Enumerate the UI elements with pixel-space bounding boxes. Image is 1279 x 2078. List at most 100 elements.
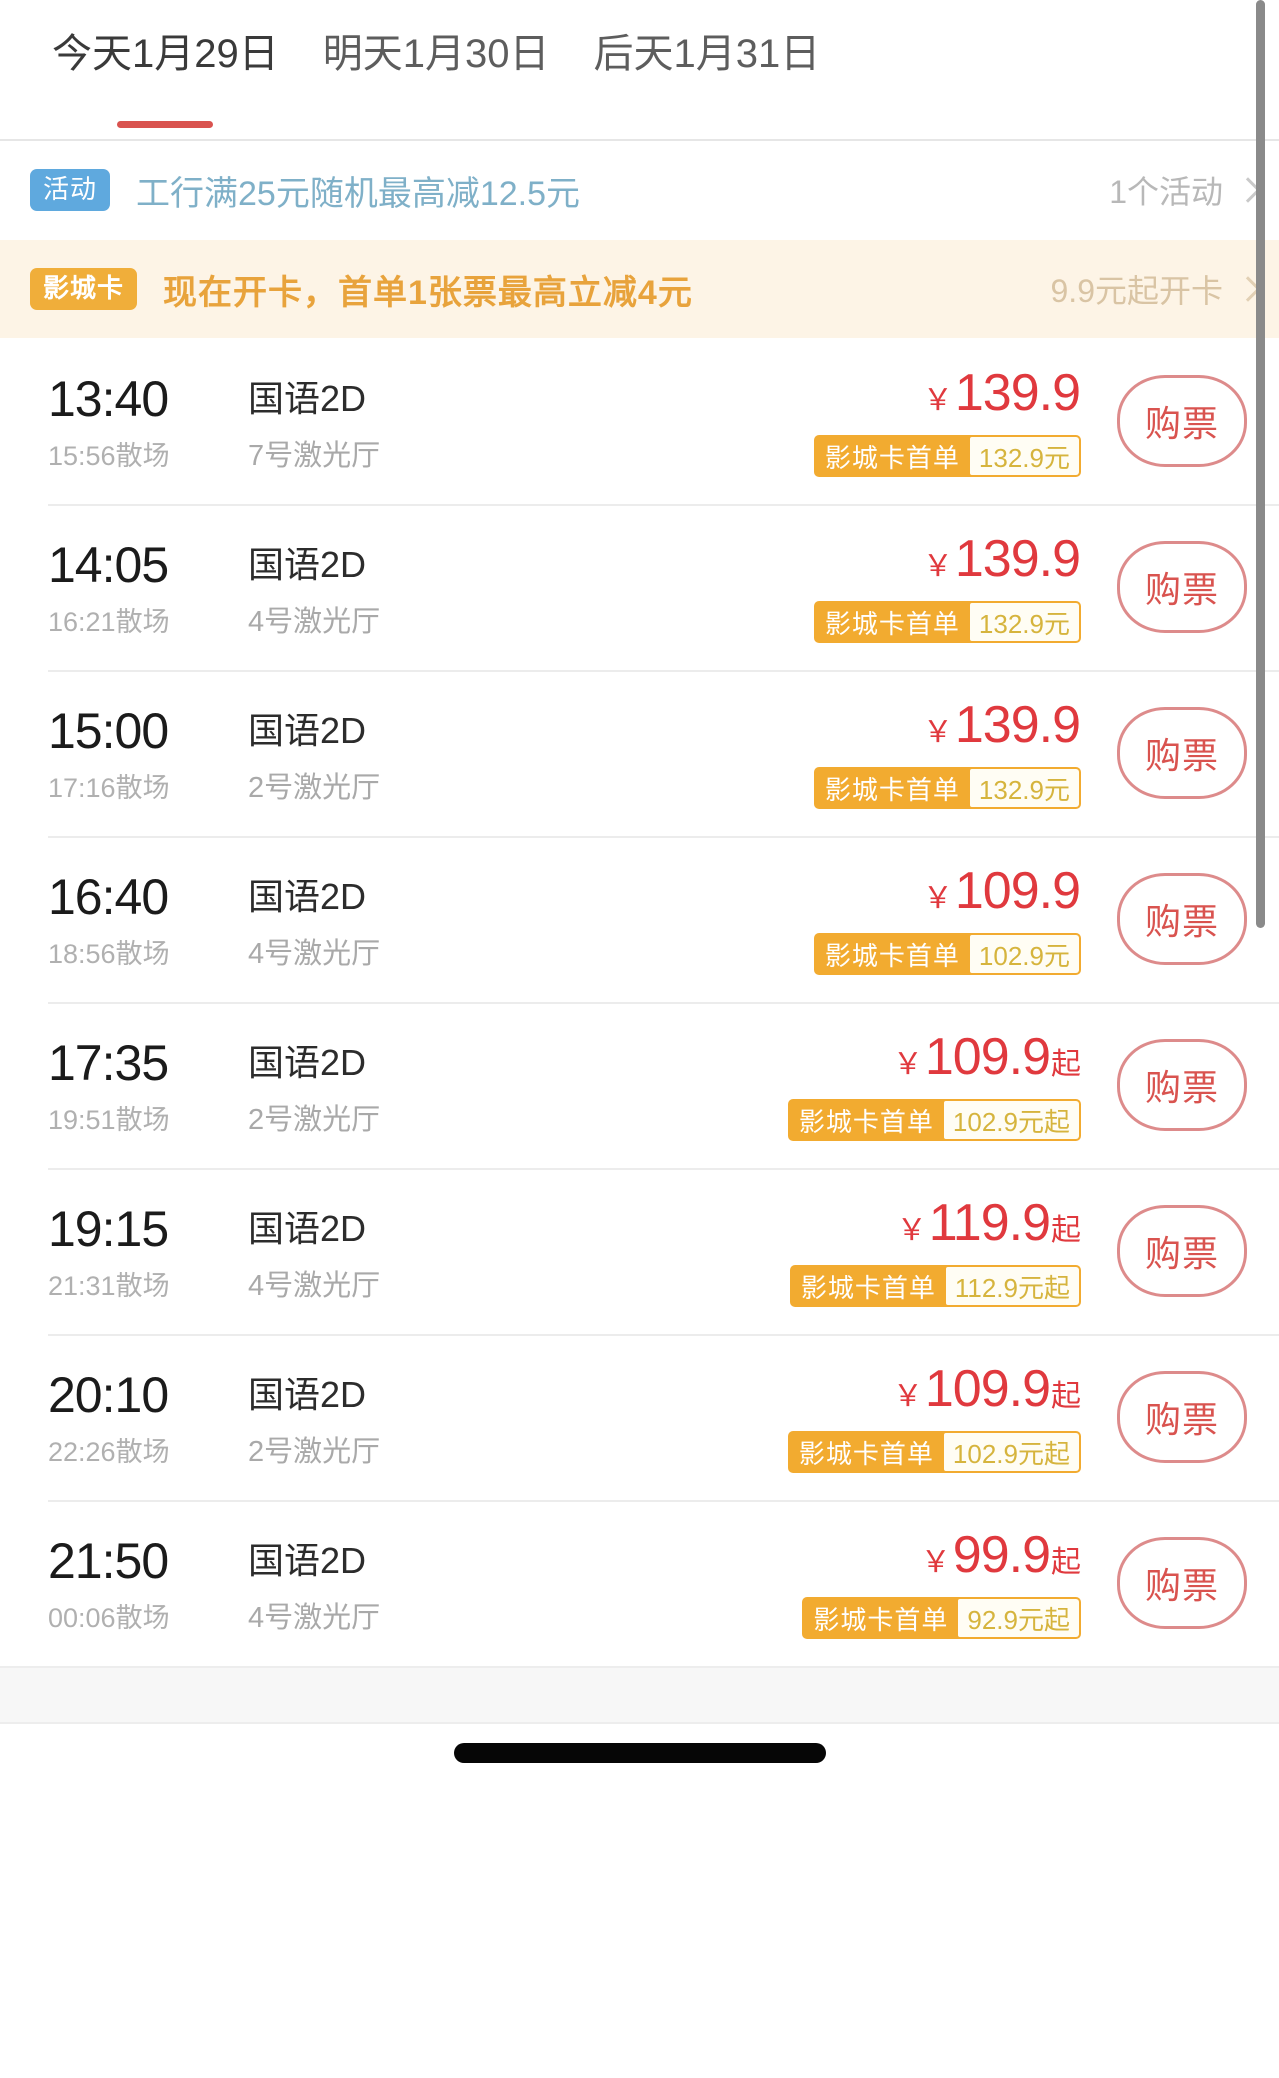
showtime-hall: 4号激光厅: [248, 1602, 381, 1634]
showtime-start-time: 19:15: [48, 1201, 169, 1257]
home-indicator-area: [0, 1724, 1279, 1782]
showtime-format-column: 国语2D 7号激光厅: [248, 370, 548, 472]
buy-ticket-button[interactable]: 购票: [1117, 1371, 1247, 1463]
activity-banner-action[interactable]: 1个活动: [1109, 167, 1261, 213]
showtime-end-time: 18:56散场: [48, 939, 170, 969]
cinema-card-tag-price: 132.9元: [969, 437, 1079, 475]
vertical-scrollbar[interactable]: [1256, 0, 1265, 928]
cinema-card-tag-label: 影城卡首单: [824, 442, 960, 473]
cinema-card-banner[interactable]: 影城卡 现在开卡，首单1张票最高立减4元 9.9元起开卡: [0, 240, 1279, 338]
currency-symbol: ￥: [922, 882, 953, 915]
cinema-card-tag-price: 102.9元: [969, 935, 1079, 973]
cinema-card-banner-action[interactable]: 9.9元起开卡: [1051, 266, 1261, 312]
showtime-buy-column: 购票: [1107, 1205, 1257, 1297]
price-suffix: 起: [1051, 1546, 1081, 1579]
showtime-price: ￥ 139.9: [923, 531, 1081, 595]
showtime-row[interactable]: 21:50 00:06散场 国语2D 4号激光厅 ￥ 99.9 起影城卡首单 92.9元起 购票: [0, 1500, 1279, 1666]
showtime-format-column: 国语2D 2号激光厅: [248, 1034, 548, 1136]
cinema-card-tag-price: 92.9元起: [958, 1599, 1079, 1637]
showtime-price: ￥ 139.9: [923, 697, 1081, 761]
showtime-buy-column: 购票: [1107, 707, 1257, 799]
price-value: 109.9: [924, 1028, 1051, 1086]
showtime-end-time: 19:51散场: [48, 1105, 170, 1135]
cinema-card-price-tag[interactable]: 影城卡首单 132.9元: [813, 767, 1081, 809]
showtime-price-column: ￥ 139.9 影城卡首单 132.9元: [548, 365, 1107, 477]
showtime-hall: 4号激光厅: [248, 606, 381, 638]
price-suffix: 起: [1051, 1380, 1081, 1413]
cinema-card-price-tag[interactable]: 影城卡首单 102.9元: [813, 933, 1081, 975]
showtime-hall: 2号激光厅: [248, 772, 381, 804]
showtime-end-time: 22:26散场: [48, 1437, 170, 1467]
showtime-hall: 2号激光厅: [248, 1436, 381, 1468]
showtime-buy-column: 购票: [1107, 375, 1257, 467]
buy-ticket-button[interactable]: 购票: [1117, 873, 1247, 965]
cinema-card-price-tag[interactable]: 影城卡首单 112.9元起: [789, 1265, 1081, 1307]
buy-ticket-button[interactable]: 购票: [1117, 707, 1247, 799]
cinema-card-tag-label: 影城卡首单: [798, 1438, 934, 1469]
showtime-row[interactable]: 15:00 17:16散场 国语2D 2号激光厅 ￥ 139.9 影城卡首单 132.9元 购票: [0, 670, 1279, 836]
showtime-row[interactable]: 20:10 22:26散场 国语2D 2号激光厅 ￥ 109.9 起影城卡首单 102.9元起…: [0, 1334, 1279, 1500]
showtime-price-column: ￥ 109.9 起影城卡首单 102.9元起: [548, 1361, 1107, 1473]
home-indicator[interactable]: [453, 1743, 826, 1763]
buy-ticket-button[interactable]: 购票: [1117, 1205, 1247, 1297]
showtime-row[interactable]: 13:40 15:56散场 国语2D 7号激光厅 ￥ 139.9 影城卡首单 132.9元 购票: [0, 338, 1279, 504]
date-tab-2[interactable]: 后天1月31日: [572, 26, 843, 82]
showtime-time-column: 17:35 19:51散场: [48, 1034, 248, 1136]
showtime-time-column: 13:40 15:56散场: [48, 370, 248, 472]
buy-ticket-button[interactable]: 购票: [1117, 541, 1247, 633]
showtime-start-time: 17:35: [48, 1035, 169, 1091]
showtime-price-column: ￥ 99.9 起影城卡首单 92.9元起: [548, 1527, 1107, 1639]
showtime-hall: 4号激光厅: [248, 938, 381, 970]
cinema-card-tag-price: 102.9元起: [943, 1433, 1079, 1471]
cinema-card-banner-text: 现在开卡，首单1张票最高立减4元: [163, 273, 693, 312]
date-tab-1[interactable]: 明天1月30日: [301, 26, 572, 82]
price-value: 139.9: [954, 364, 1081, 422]
showtime-price-column: ￥ 139.9 影城卡首单 132.9元: [548, 697, 1107, 809]
showtime-format-column: 国语2D 4号激光厅: [248, 1532, 548, 1634]
showtime-format-column: 国语2D 2号激光厅: [248, 1366, 548, 1468]
price-value: 139.9: [954, 530, 1081, 588]
cinema-card-price-tag[interactable]: 影城卡首单 102.9元起: [787, 1099, 1081, 1141]
cinema-card-price-tag[interactable]: 影城卡首单 132.9元: [813, 435, 1081, 477]
cinema-card-tag-price: 132.9元: [969, 603, 1079, 641]
showtime-language-format: 国语2D: [248, 1042, 367, 1083]
showtime-price-column: ￥ 109.9 起影城卡首单 102.9元起: [548, 1029, 1107, 1141]
date-tab-label: 明天1月30日: [322, 32, 550, 76]
showtime-price-column: ￥ 109.9 影城卡首单 102.9元: [548, 863, 1107, 975]
showtime-row[interactable]: 19:15 21:31散场 国语2D 4号激光厅 ￥ 119.9 起影城卡首单 112.9元起…: [0, 1168, 1279, 1334]
cinema-card-price-tag[interactable]: 影城卡首单 132.9元: [813, 601, 1081, 643]
price-suffix: 起: [1051, 1048, 1081, 1081]
cinema-card-price-tag[interactable]: 影城卡首单 92.9元起: [802, 1597, 1081, 1639]
price-value: 109.9: [924, 1360, 1051, 1418]
activity-banner[interactable]: 活动 工行满25元随机最高减12.5元 1个活动: [0, 140, 1279, 240]
showtime-start-time: 16:40: [48, 869, 169, 925]
showtime-price: ￥ 109.9 起: [893, 1361, 1081, 1425]
showtime-price-column: ￥ 139.9 影城卡首单 132.9元: [548, 531, 1107, 643]
showtime-language-format: 国语2D: [248, 1374, 367, 1415]
date-tab-0[interactable]: 今天1月29日: [30, 26, 301, 128]
showtime-buy-column: 购票: [1107, 1371, 1257, 1463]
showtime-buy-column: 购票: [1107, 541, 1257, 633]
showtime-row[interactable]: 14:05 16:21散场 国语2D 4号激光厅 ￥ 139.9 影城卡首单 132.9元 购票: [0, 504, 1279, 670]
currency-symbol: ￥: [896, 1214, 927, 1247]
cinema-card-tag-label: 影城卡首单: [824, 608, 960, 639]
showtime-list: 13:40 15:56散场 国语2D 7号激光厅 ￥ 139.9 影城卡首单 132.9元 购票…: [0, 338, 1279, 1666]
date-tab-label: 今天1月29日: [52, 32, 279, 76]
price-value: 139.9: [954, 696, 1081, 754]
showtime-row[interactable]: 17:35 19:51散场 国语2D 2号激光厅 ￥ 109.9 起影城卡首单 102.9元起…: [0, 1002, 1279, 1168]
buy-ticket-button[interactable]: 购票: [1117, 1039, 1247, 1131]
showtime-language-format: 国语2D: [248, 710, 367, 751]
cinema-card-price-tag[interactable]: 影城卡首单 102.9元起: [787, 1431, 1081, 1473]
cinema-card-tag-label: 影城卡首单: [813, 1604, 949, 1635]
buy-ticket-button[interactable]: 购票: [1117, 375, 1247, 467]
showtime-price: ￥ 109.9 起: [893, 1029, 1081, 1093]
showtime-row[interactable]: 16:40 18:56散场 国语2D 4号激光厅 ￥ 109.9 影城卡首单 102.9元 购票: [0, 836, 1279, 1002]
buy-ticket-button[interactable]: 购票: [1117, 1537, 1247, 1629]
currency-symbol: ￥: [892, 1380, 923, 1413]
currency-symbol: ￥: [922, 384, 953, 417]
currency-symbol: ￥: [892, 1048, 923, 1081]
cinema-card-badge: 影城卡: [30, 268, 138, 310]
list-footer-spacer: [0, 1666, 1279, 1724]
showtime-price: ￥ 99.9 起: [921, 1527, 1081, 1591]
currency-symbol: ￥: [922, 716, 953, 749]
